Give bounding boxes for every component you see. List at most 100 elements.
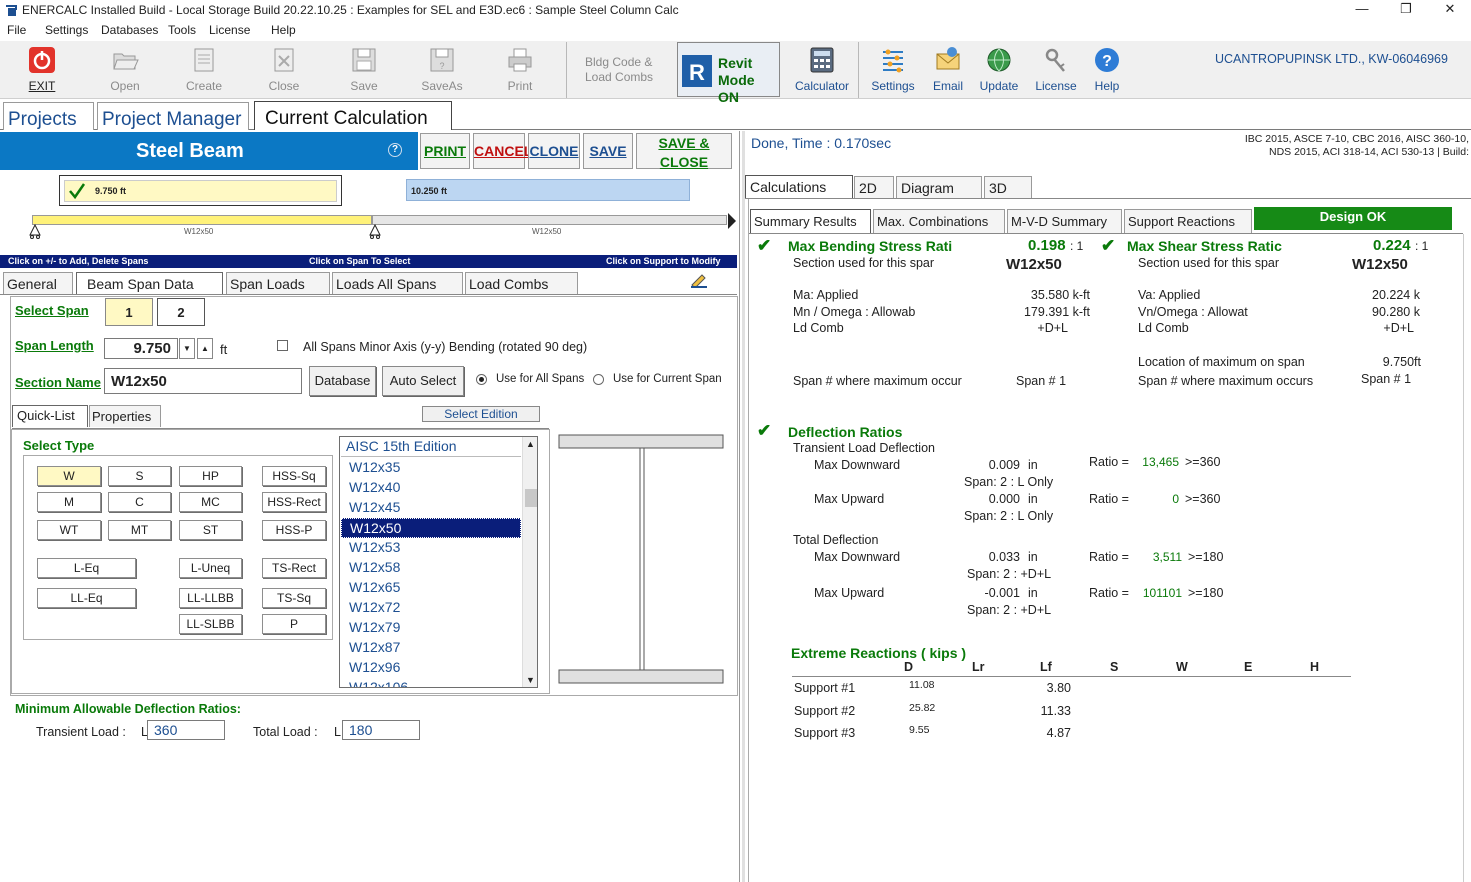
use-all-spans-radio[interactable] <box>476 374 487 385</box>
type-ll-llbb-button[interactable]: LL-LLBB <box>179 588 242 608</box>
beam-span-1[interactable] <box>32 215 372 225</box>
database-button[interactable]: Database <box>309 366 376 396</box>
use-current-span-radio[interactable] <box>593 374 604 385</box>
scroll-thumb[interactable] <box>525 489 537 507</box>
print-calc-button[interactable]: PRINT <box>420 133 470 169</box>
list-item[interactable]: W12x50 <box>341 518 521 538</box>
menu-databases[interactable]: Databases <box>101 23 158 37</box>
saveas-button[interactable]: ? SaveAs <box>412 43 472 95</box>
scroll-down-icon[interactable]: ▼ <box>523 673 537 687</box>
type-st-button[interactable]: ST <box>179 520 242 540</box>
minor-axis-checkbox[interactable] <box>277 340 288 351</box>
save-calc-button[interactable]: SAVE <box>583 133 633 169</box>
tab-diagram[interactable]: Diagram <box>896 176 982 198</box>
tab-calculations[interactable]: Calculations <box>745 175 853 198</box>
list-scrollbar[interactable]: ▲ ▼ <box>522 437 537 687</box>
select-edition-button[interactable]: Select Edition <box>422 406 540 422</box>
type-mc-button[interactable]: MC <box>179 492 242 512</box>
help-button[interactable]: ? Help <box>1085 43 1129 95</box>
span-button-1[interactable]: 1 <box>105 298 153 326</box>
span-end-arrow-icon[interactable] <box>727 212 737 230</box>
type-m-button[interactable]: M <box>37 492 101 512</box>
type-w-button[interactable]: W <box>37 466 101 486</box>
type-s-button[interactable]: S <box>108 466 171 486</box>
list-item[interactable]: W12x45 <box>341 498 521 518</box>
support-1-icon[interactable] <box>28 224 42 240</box>
pane-splitter[interactable] <box>742 131 745 882</box>
auto-select-button[interactable]: Auto Select <box>382 366 464 396</box>
list-item[interactable]: W12x72 <box>341 598 521 618</box>
print-button[interactable]: Print <box>490 43 550 95</box>
save-button[interactable]: Save <box>334 43 394 95</box>
type-ll-eq-button[interactable]: LL-Eq <box>37 588 136 608</box>
tab-project-manager[interactable]: Project Manager <box>97 102 249 130</box>
list-item[interactable]: W12x87 <box>341 638 521 658</box>
tab-span-loads[interactable]: Span Loads <box>226 272 330 294</box>
type-hss-rect-button[interactable]: HSS-Rect <box>262 492 326 512</box>
beam-span-2[interactable] <box>372 215 727 225</box>
update-button[interactable]: Update <box>974 43 1024 95</box>
restore-button[interactable]: ❐ <box>1383 0 1429 20</box>
type-l-eq-button[interactable]: L-Eq <box>37 558 136 578</box>
close-button[interactable]: Close <box>254 43 314 95</box>
type-c-button[interactable]: C <box>108 492 171 512</box>
section-name-input[interactable]: W12x50 <box>104 368 302 394</box>
support-2-icon[interactable] <box>368 224 382 240</box>
save-close-button[interactable]: SAVE & CLOSE <box>636 133 732 170</box>
license-button[interactable]: License <box>1032 43 1080 95</box>
span-length-stepper[interactable]: ▲ <box>197 338 213 359</box>
tab-beam-span-data[interactable]: Beam Span Data <box>76 272 223 294</box>
tab-max-combinations[interactable]: Max. Combinations <box>873 209 1005 233</box>
transient-load-input[interactable]: 360 <box>147 720 225 740</box>
exit-button[interactable]: EXIT <box>12 43 72 95</box>
clone-button[interactable]: CLONE <box>528 133 580 169</box>
type-ts-rect-button[interactable]: TS-Rect <box>262 558 326 578</box>
settings-button[interactable]: Settings <box>864 43 922 95</box>
type-wt-button[interactable]: WT <box>37 520 101 540</box>
list-item[interactable]: W12x65 <box>341 578 521 598</box>
type-p-button[interactable]: P <box>262 614 326 634</box>
list-item[interactable]: W12x35 <box>341 458 521 478</box>
tab-support-reactions[interactable]: Support Reactions <box>1124 209 1252 233</box>
type-ll-slbb-button[interactable]: LL-SLBB <box>179 614 242 634</box>
tab-quick-list[interactable]: Quick-List <box>12 405 88 427</box>
minimize-button[interactable]: — <box>1339 0 1385 20</box>
bldg-code-button[interactable]: Bldg Code & Load Combs <box>585 55 653 85</box>
email-button[interactable]: Email <box>925 43 971 95</box>
type-ts-sq-button[interactable]: TS-Sq <box>262 588 326 608</box>
tab-mvd-summary[interactable]: M-V-D Summary <box>1007 209 1122 233</box>
tab-3d[interactable]: 3D <box>984 176 1032 198</box>
type-hss-sq-button[interactable]: HSS-Sq <box>262 466 326 486</box>
list-item[interactable]: W12x96 <box>341 658 521 678</box>
tab-properties[interactable]: Properties <box>89 405 161 427</box>
tab-2d[interactable]: 2D <box>854 176 894 198</box>
tab-summary-results[interactable]: Summary Results <box>750 209 871 233</box>
tab-projects[interactable]: Projects <box>3 102 94 130</box>
tab-loads-all-spans[interactable]: Loads All Spans <box>332 272 463 294</box>
type-mt-button[interactable]: MT <box>108 520 171 540</box>
create-button[interactable]: Create <box>174 43 234 95</box>
cancel-button[interactable]: CANCEL <box>473 133 532 169</box>
span-length-dropdown[interactable]: ▼ <box>179 338 195 359</box>
edit-pencil-icon[interactable] <box>690 272 708 288</box>
list-item[interactable]: W12x106 <box>341 678 521 687</box>
tab-general[interactable]: General <box>3 272 73 294</box>
help-small-icon[interactable]: ? <box>388 143 402 157</box>
list-item[interactable]: W12x40 <box>341 478 521 498</box>
section-list[interactable]: AISC 15th Edition W12x35 W12x40 W12x45 W12x… <box>339 436 538 688</box>
tab-current-calculation[interactable]: Current Calculation <box>254 101 452 130</box>
total-load-input[interactable]: 180 <box>342 720 420 740</box>
type-l-uneq-button[interactable]: L-Uneq <box>179 558 242 578</box>
calculator-button[interactable]: Calculator <box>792 43 852 95</box>
scroll-up-icon[interactable]: ▲ <box>523 437 537 451</box>
open-button[interactable]: Open <box>95 43 155 95</box>
type-hss-p-button[interactable]: HSS-P <box>262 520 326 540</box>
span-1-selector[interactable]: 9.750 ft <box>59 175 342 206</box>
list-item[interactable]: W12x79 <box>341 618 521 638</box>
menu-tools[interactable]: Tools <box>168 23 196 37</box>
menu-file[interactable]: File <box>7 23 26 37</box>
revit-mode-toggle[interactable]: R Revit Mode ON <box>677 42 780 105</box>
menu-help[interactable]: Help <box>271 23 296 37</box>
span-length-input[interactable]: 9.750 <box>104 338 178 359</box>
list-item[interactable]: W12x58 <box>341 558 521 578</box>
